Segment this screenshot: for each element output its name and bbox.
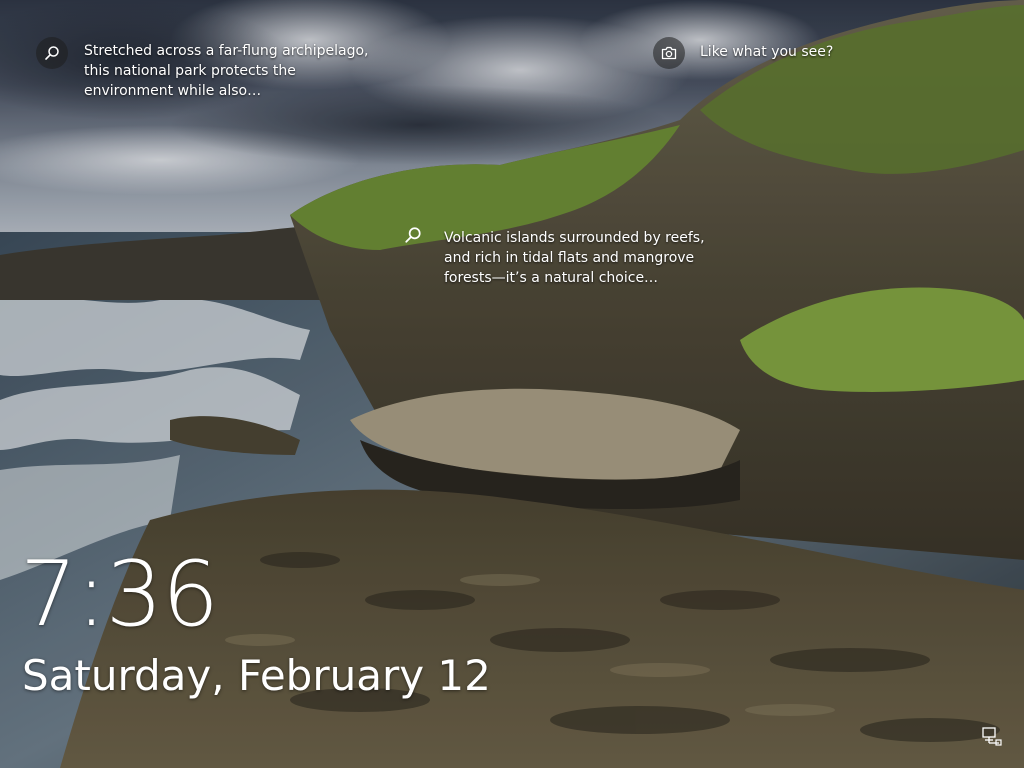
search-icon[interactable] <box>402 224 424 246</box>
hotspot-text[interactable]: Like what you see? <box>700 42 833 62</box>
search-icon[interactable] <box>36 37 68 69</box>
network-icon[interactable] <box>981 726 1003 746</box>
spotlight-like-what-you-see[interactable]: Like what you see? <box>653 37 833 69</box>
hotspot-text[interactable]: Stretched across a far-flung archipelago… <box>84 41 374 101</box>
lock-screen-time: 7:36 <box>20 542 219 647</box>
camera-icon[interactable] <box>653 37 685 69</box>
spotlight-hotspot-volcanic-islands[interactable]: Volcanic islands surrounded by reefs, an… <box>402 224 734 288</box>
hotspot-text[interactable]: Volcanic islands surrounded by reefs, an… <box>444 228 734 288</box>
spotlight-hotspot-archipelago[interactable]: Stretched across a far-flung archipelago… <box>36 37 374 101</box>
lock-screen-date: Saturday, February 12 <box>22 651 491 700</box>
